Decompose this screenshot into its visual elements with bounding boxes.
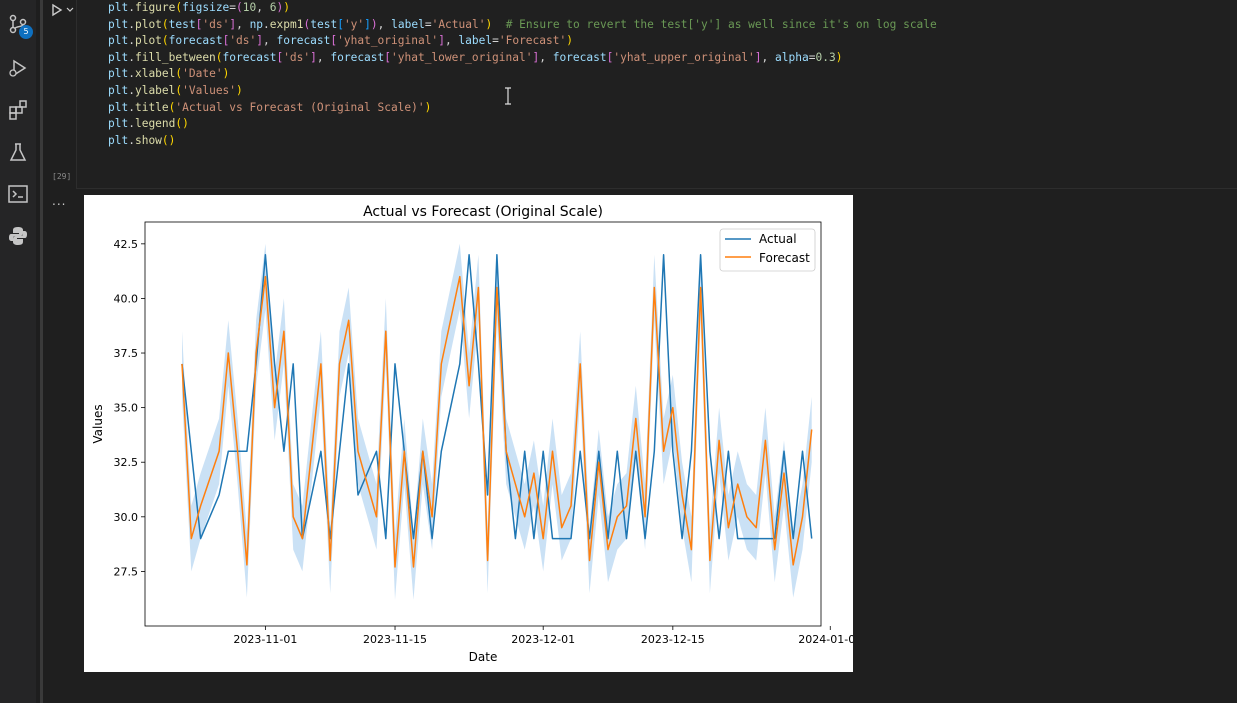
code-line: plt.ylabel('Values') — [108, 83, 243, 97]
code-line: plt.legend() — [108, 117, 189, 131]
code-editor[interactable]: plt.figure(figsize=(10, 6)) plt.plot(test… — [108, 0, 937, 149]
x-tick-label: 2023-11-15 — [363, 633, 427, 646]
extensions-icon[interactable] — [6, 98, 30, 122]
x-tick-label: 2024-01-01 — [798, 633, 853, 646]
code-line: plt.fill_between(forecast['ds'], forecas… — [108, 50, 843, 64]
y-tick-label: 27.5 — [114, 565, 139, 578]
x-tick-label: 2023-12-15 — [641, 633, 705, 646]
run-debug-icon[interactable] — [6, 56, 30, 80]
y-tick-label: 30.0 — [114, 511, 139, 524]
x-tick-label: 2023-11-01 — [233, 633, 297, 646]
run-cell-button[interactable] — [50, 2, 78, 18]
x-tick-label: 2023-12-01 — [511, 633, 575, 646]
y-tick-label: 42.5 — [114, 238, 139, 251]
code-line: plt.plot(test['ds'], np.expm1(test['y'])… — [108, 17, 937, 31]
chart-title: Actual vs Forecast (Original Scale) — [363, 204, 603, 220]
code-line: plt.xlabel('Date') — [108, 67, 230, 81]
y-axis-label: Values — [91, 404, 105, 443]
python-icon[interactable] — [6, 224, 30, 248]
y-tick-label: 35.0 — [114, 402, 139, 415]
output-more-button[interactable]: ... — [52, 194, 66, 208]
code-line: plt.show() — [108, 133, 176, 147]
text-cursor-icon — [503, 87, 513, 105]
activity-bar: 5 — [0, 0, 36, 703]
legend-entry-actual: Actual — [759, 232, 797, 246]
y-tick-label: 40.0 — [114, 292, 139, 305]
y-tick-label: 37.5 — [114, 347, 139, 360]
source-control-icon[interactable]: 5 — [6, 12, 33, 39]
terminal-icon[interactable] — [6, 182, 30, 206]
y-tick-label: 32.5 — [114, 456, 139, 469]
code-line: plt.figure(figsize=(10, 6)) — [108, 1, 291, 14]
source-control-badge: 5 — [19, 25, 33, 39]
code-line: plt.title('Actual vs Forecast (Original … — [108, 100, 432, 114]
legend-entry-forecast: Forecast — [759, 251, 810, 265]
testing-icon[interactable] — [6, 140, 30, 164]
code-line: plt.plot(forecast['ds'], forecast['yhat_… — [108, 34, 573, 48]
line-chart: 2023-11-01 2023-11-15 2023-12-01 2023-12-15… — [91, 204, 853, 664]
legend: Actual Forecast — [719, 228, 816, 272]
execution-count: [29] — [52, 172, 72, 181]
x-axis-label: Date — [469, 650, 498, 664]
plot-output: 2023-11-01 2023-11-15 2023-12-01 2023-12-15… — [84, 195, 853, 672]
